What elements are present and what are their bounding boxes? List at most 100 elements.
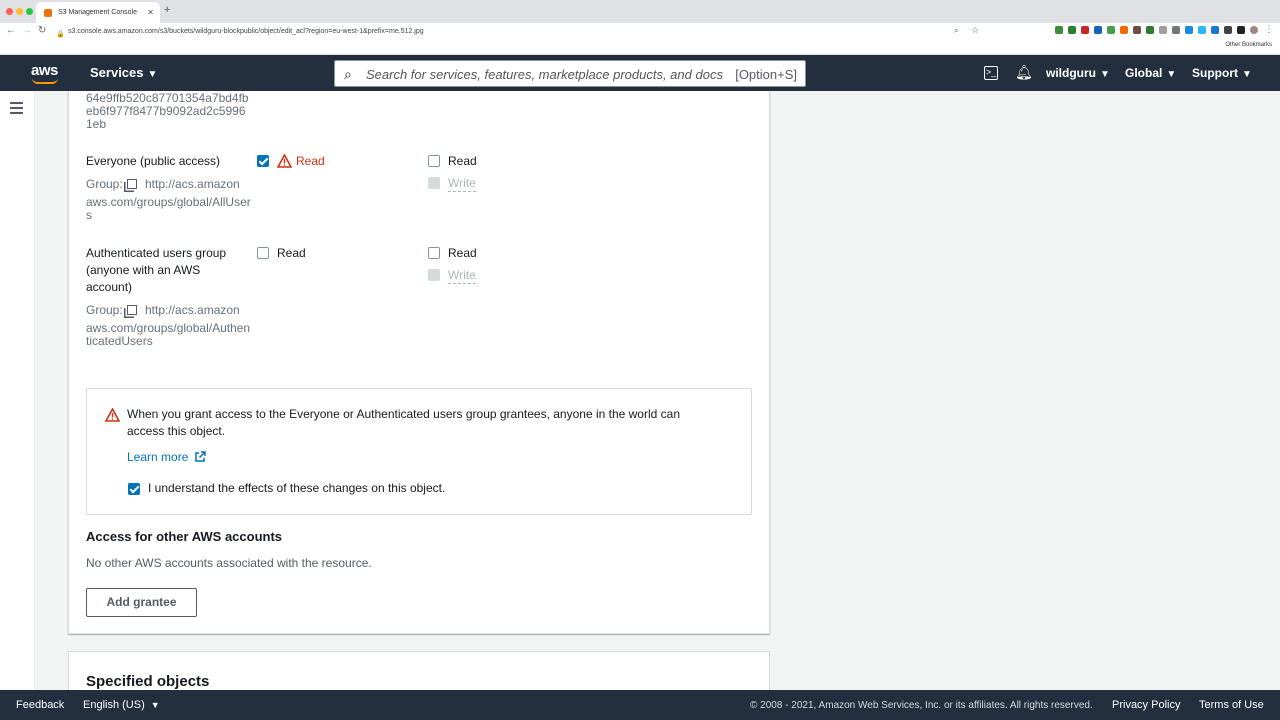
caret-down-icon: ▼ bbox=[1166, 69, 1177, 80]
terms-of-use-link[interactable]: Terms of Use bbox=[1199, 699, 1264, 711]
extension-icon[interactable] bbox=[1068, 26, 1076, 34]
minimize-window-button[interactable] bbox=[16, 8, 23, 15]
alert-message: When you grant access to the Everyone or… bbox=[127, 406, 737, 440]
copy-icon[interactable] bbox=[127, 305, 137, 315]
account-menu[interactable]: wildguru ▼ bbox=[1046, 66, 1110, 80]
everyone-objects-read-checkbox[interactable] bbox=[257, 155, 269, 167]
extension-icon[interactable] bbox=[1172, 26, 1180, 34]
support-menu[interactable]: Support ▼ bbox=[1192, 66, 1252, 80]
caret-down-icon: ▼ bbox=[1242, 69, 1252, 80]
back-icon[interactable]: ← bbox=[6, 25, 16, 36]
group-uri-line: http://acs.amazon bbox=[145, 303, 240, 317]
aws-logo-text: aws bbox=[31, 62, 58, 79]
caret-down-icon: ▼ bbox=[150, 700, 160, 710]
group-uri-line: s bbox=[86, 208, 92, 222]
aws-favicon-icon bbox=[44, 8, 52, 17]
alert-message-line: access this object. bbox=[127, 424, 226, 438]
name-line: Authenticated users group bbox=[86, 246, 227, 260]
name-line: account) bbox=[86, 280, 133, 294]
extension-icon[interactable] bbox=[1094, 26, 1102, 34]
extension-icon[interactable] bbox=[1159, 26, 1167, 34]
aws-top-nav: aws Services ▼ ⌕ Search for services, fea… bbox=[0, 55, 1280, 91]
everyone-acl-read-checkbox[interactable] bbox=[428, 155, 440, 167]
extension-icon[interactable] bbox=[1237, 26, 1245, 34]
reload-icon[interactable]: ↻ bbox=[38, 25, 46, 36]
language-selector[interactable]: English (US) ▼ bbox=[83, 699, 160, 711]
extension-icon[interactable] bbox=[1055, 26, 1063, 34]
aws-logo[interactable]: aws bbox=[31, 62, 61, 84]
extension-icons bbox=[1055, 26, 1258, 34]
aws-smile-icon bbox=[32, 78, 58, 84]
copyright-text: © 2008 - 2021, Amazon Web Services, Inc.… bbox=[750, 700, 1093, 711]
group-uri-line: http://acs.amazon bbox=[145, 177, 240, 191]
bell-icon[interactable]: 🔔︎ bbox=[1015, 64, 1033, 81]
authenticated-acl-write-checkbox[interactable] bbox=[428, 269, 440, 281]
everyone-grantee-name: Everyone (public access) bbox=[86, 154, 221, 168]
authenticated-acl-write-label: Write bbox=[448, 268, 476, 284]
everyone-group-uri: Group: http://acs.amazon aws.com/groups/… bbox=[86, 177, 251, 222]
group-label: Group: bbox=[86, 177, 123, 191]
hamburger-menu-icon[interactable] bbox=[10, 102, 23, 117]
language-label: English (US) bbox=[83, 699, 145, 711]
cloudshell-icon[interactable]: >_ bbox=[984, 66, 998, 80]
extension-icon[interactable] bbox=[1081, 26, 1089, 34]
address-bar[interactable]: 🔒 s3.console.aws.amazon.com/s3/buckets/w… bbox=[56, 25, 424, 38]
services-label: Services bbox=[90, 65, 144, 80]
extension-icon[interactable] bbox=[1120, 26, 1128, 34]
group-uri-line: aws.com/groups/global/AllUser bbox=[86, 195, 251, 209]
public-access-warning-alert: When you grant access to the Everyone or… bbox=[86, 388, 752, 515]
close-tab-icon[interactable]: ✕ bbox=[147, 8, 154, 17]
extension-icon[interactable] bbox=[1211, 26, 1219, 34]
caret-down-icon: ▼ bbox=[147, 69, 158, 80]
authenticated-objects-read-checkbox[interactable] bbox=[257, 247, 269, 259]
feedback-link[interactable]: Feedback bbox=[16, 699, 64, 711]
learn-more-link[interactable]: Learn more bbox=[127, 450, 207, 464]
extension-icon[interactable] bbox=[1107, 26, 1115, 34]
browser-tab[interactable]: S3 Management Console ✕ bbox=[36, 2, 160, 23]
specified-objects-heading: Specified objects bbox=[86, 673, 210, 690]
forward-icon[interactable]: → bbox=[22, 25, 32, 36]
authenticated-grantee-name: Authenticated users group (anyone with a… bbox=[86, 245, 226, 296]
zoom-icon[interactable]: ⌕ bbox=[954, 26, 958, 36]
extension-icon[interactable] bbox=[1224, 26, 1232, 34]
group-label: Group: bbox=[86, 303, 123, 317]
name-line: (anyone with an AWS bbox=[86, 263, 201, 277]
bookmarks-bar: Other Bookmarks bbox=[0, 40, 1280, 55]
warning-icon bbox=[277, 154, 292, 168]
copy-icon[interactable] bbox=[127, 179, 137, 189]
services-menu[interactable]: Services ▼ bbox=[90, 65, 157, 80]
privacy-policy-link[interactable]: Privacy Policy bbox=[1112, 699, 1180, 711]
profile-avatar[interactable] bbox=[1250, 26, 1258, 34]
add-grantee-button[interactable]: Add grantee bbox=[86, 588, 197, 617]
search-placeholder: Search for services, features, marketpla… bbox=[366, 67, 723, 82]
authenticated-acl-read-label: Read bbox=[448, 246, 477, 260]
side-navigation-rail bbox=[0, 91, 35, 689]
zoom-window-button[interactable] bbox=[26, 8, 33, 15]
bookmark-star-icon[interactable]: ☆ bbox=[971, 25, 979, 36]
group-uri-line: ticatedUsers bbox=[86, 334, 153, 348]
acknowledge-checkbox[interactable] bbox=[128, 483, 140, 495]
close-window-button[interactable] bbox=[6, 8, 13, 15]
previous-grantee-id: 64e9ffb520c87701354a7bd4fb eb6f977f8477b… bbox=[86, 92, 249, 131]
other-bookmarks[interactable]: Other Bookmarks bbox=[1225, 42, 1272, 48]
search-shortcut: [Option+S] bbox=[735, 67, 797, 82]
support-label: Support bbox=[1192, 66, 1238, 80]
extension-icon[interactable] bbox=[1146, 26, 1154, 34]
acl-panel bbox=[68, 91, 770, 634]
extension-icon[interactable] bbox=[1198, 26, 1206, 34]
browser-toolbar: ← → ↻ 🔒 s3.console.aws.amazon.com/s3/buc… bbox=[0, 23, 1280, 40]
extension-icon[interactable] bbox=[1185, 26, 1193, 34]
everyone-acl-write-checkbox[interactable] bbox=[428, 177, 440, 189]
id-line: 1eb bbox=[86, 117, 107, 131]
lock-icon: 🔒 bbox=[56, 30, 65, 38]
new-tab-icon[interactable]: + bbox=[164, 4, 170, 16]
region-menu[interactable]: Global ▼ bbox=[1125, 66, 1176, 80]
search-input[interactable]: ⌕ Search for services, features, marketp… bbox=[334, 60, 806, 87]
extension-icon[interactable] bbox=[1133, 26, 1141, 34]
caret-down-icon: ▼ bbox=[1100, 69, 1110, 80]
url-text: s3.console.aws.amazon.com/s3/buckets/wil… bbox=[68, 28, 424, 35]
everyone-objects-read-label: Read bbox=[296, 154, 325, 168]
authenticated-acl-read-checkbox[interactable] bbox=[428, 247, 440, 259]
search-icon: ⌕ bbox=[344, 66, 352, 82]
browser-menu-icon[interactable]: ⋮ bbox=[1264, 24, 1274, 35]
